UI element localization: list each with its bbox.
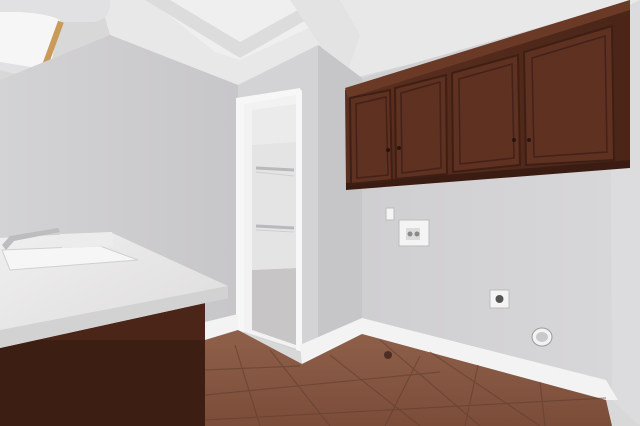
- cabinet-door-2: [393, 73, 449, 181]
- cabinet-door-3: [450, 53, 522, 174]
- laundry-room-photo: [0, 0, 640, 426]
- scene-svg: [0, 0, 640, 426]
- light-switch: [385, 207, 395, 221]
- washer-hookup-box: [398, 219, 430, 247]
- dryer-outlet: [489, 289, 510, 309]
- dryer-vent: [531, 327, 553, 347]
- closet-doorway: [236, 88, 302, 352]
